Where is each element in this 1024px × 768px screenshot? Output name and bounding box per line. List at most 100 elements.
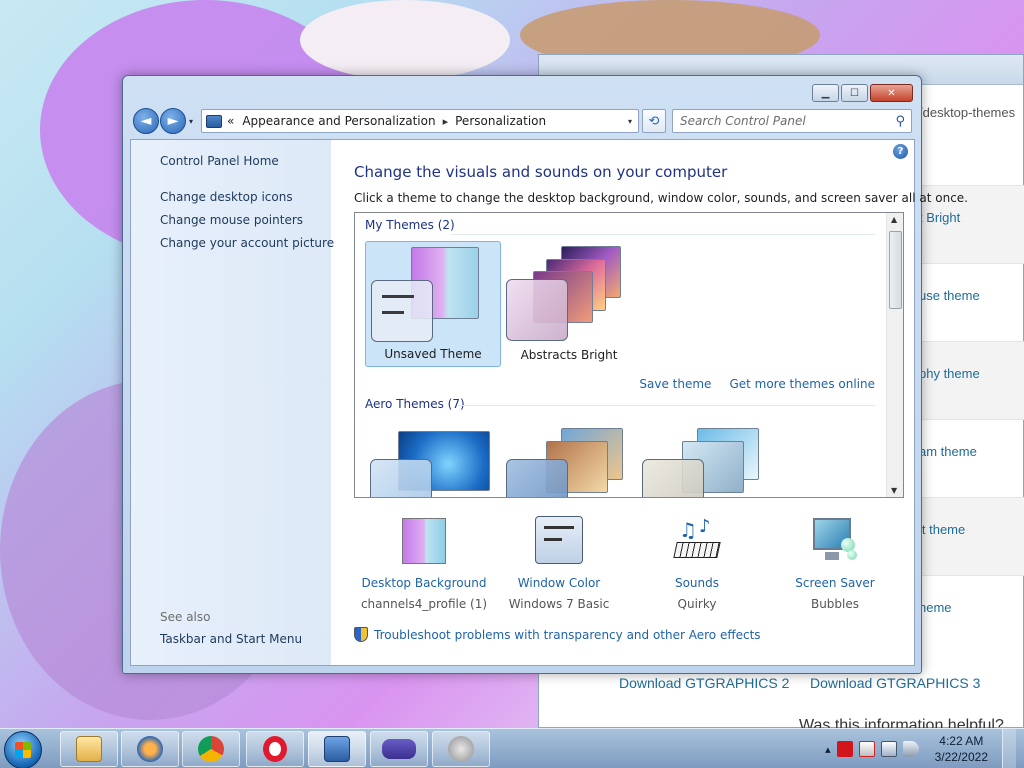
opera-icon — [263, 736, 287, 762]
breadcrumb-appearance[interactable]: Appearance and Personalization — [242, 114, 435, 128]
background-theme-link[interactable]: am theme — [919, 419, 1024, 497]
taskbar-explorer[interactable] — [60, 731, 118, 767]
page-title: Change the visuals and sounds on your co… — [354, 163, 728, 181]
scroll-down-arrow-icon[interactable]: ▼ — [891, 486, 897, 495]
screen-saver-item[interactable]: Screen Saver Bubbles — [765, 516, 905, 611]
my-themes-header: My Themes (2) — [365, 218, 455, 232]
background-theme-link[interactable]: phy theme — [919, 341, 1024, 419]
theme-tile-characters[interactable] — [637, 423, 773, 497]
personalization-window[interactable]: ▁ ☐ ✕ ◄ ► ▾ « Appearance and Personaliza… — [122, 75, 968, 674]
window-color-title: Window Color — [517, 576, 601, 590]
theme-list-scrollbar[interactable]: ▲ ▼ — [886, 213, 903, 497]
taskbar-start-menu-link[interactable]: Taskbar and Start Menu — [160, 632, 302, 646]
group-divider — [451, 234, 875, 235]
window-preview — [642, 459, 704, 497]
download-link-3[interactable]: Download GTGRAPHICS 3 — [810, 675, 980, 691]
background-theme-link[interactable]: use theme — [919, 263, 1024, 341]
show-hidden-icons-arrow[interactable]: ▴ — [825, 743, 831, 756]
help-icon[interactable]: ? — [893, 144, 908, 159]
theme-tile-unsaved[interactable]: Unsaved Theme — [365, 241, 501, 367]
sounds-subtitle: Quirky — [677, 597, 717, 611]
control-panel-home-link[interactable]: Control Panel Home — [160, 154, 279, 168]
background-theme-link[interactable]: it theme — [919, 497, 1024, 575]
window-preview — [506, 279, 568, 341]
troubleshoot-link[interactable]: Troubleshoot problems with transparency … — [354, 627, 761, 642]
control-panel-icon — [324, 736, 350, 762]
taskbar-control-panel[interactable] — [308, 731, 366, 767]
window-preview — [371, 280, 433, 342]
search-input[interactable]: Search Control Panel ⚲ — [672, 109, 912, 133]
refresh-button[interactable]: ⟲ — [642, 109, 666, 133]
forward-button[interactable]: ► — [160, 108, 186, 134]
taskbar-speaker-app[interactable] — [432, 731, 490, 767]
theme-label: Unsaved Theme — [384, 347, 482, 361]
navigation-bar: ◄ ► ▾ « Appearance and Personalization ▸… — [131, 108, 913, 134]
sounds-icon: ♫ ♪ — [673, 516, 721, 566]
tray-app-icon[interactable] — [836, 741, 853, 757]
scroll-thumb[interactable] — [889, 231, 902, 309]
address-bar[interactable]: « Appearance and Personalization ▸ Perso… — [201, 109, 639, 133]
taskbar-opera[interactable] — [246, 731, 304, 767]
window-preview — [506, 459, 568, 497]
minimize-button[interactable]: ▁ — [812, 84, 839, 102]
background-address-fragment: /desktop-themes — [919, 105, 1016, 120]
theme-list[interactable]: My Themes (2) Unsaved Theme Abstracts Br… — [354, 212, 904, 498]
screen-saver-subtitle: Bubbles — [810, 597, 860, 611]
theme-label: Abstracts Bright — [520, 348, 618, 362]
desktop-background-subtitle: channels4_profile (1) — [360, 597, 488, 611]
back-button[interactable]: ◄ — [133, 108, 159, 134]
sounds-item[interactable]: ♫ ♪ Sounds Quirky — [627, 516, 767, 611]
change-mouse-pointers-link[interactable]: Change mouse pointers — [160, 213, 303, 227]
change-desktop-icons-link[interactable]: Change desktop icons — [160, 190, 293, 204]
window-color-icon — [535, 516, 583, 566]
taskbar-gba-emulator[interactable] — [370, 731, 428, 767]
window-content: Control Panel Home Change desktop icons … — [130, 139, 968, 666]
background-theme-link[interactable]: heme — [919, 575, 1024, 653]
save-theme-link[interactable]: Save theme — [639, 377, 711, 391]
speaker-icon — [448, 736, 474, 762]
get-more-themes-link[interactable]: Get more themes online — [729, 377, 875, 391]
explorer-icon — [76, 736, 102, 762]
sounds-title: Sounds — [674, 576, 720, 590]
system-tray: ▴ 4:22 AM 3/22/2022 — [825, 729, 1024, 768]
change-account-picture-link[interactable]: Change your account picture — [160, 236, 334, 250]
window-color-item[interactable]: Window Color Windows 7 Basic — [489, 516, 629, 611]
control-panel-icon — [206, 114, 222, 128]
wallpaper-shape — [300, 0, 510, 80]
maximize-button[interactable]: ☐ — [841, 84, 868, 102]
theme-tile-abstracts-bright[interactable]: Abstracts Bright — [501, 241, 637, 367]
close-button[interactable]: ✕ — [870, 84, 913, 102]
taskbar-chrome[interactable] — [182, 731, 240, 767]
recent-pages-dropdown[interactable]: ▾ — [189, 117, 193, 126]
taskbar-media-player[interactable] — [121, 731, 179, 767]
troubleshoot-label[interactable]: Troubleshoot problems with transparency … — [374, 628, 761, 642]
breadcrumb-separator[interactable]: ▸ — [443, 115, 449, 128]
clock-date: 3/22/2022 — [934, 750, 988, 764]
desktop-background-item[interactable]: Desktop Background channels4_profile (1) — [354, 516, 494, 611]
theme-tile-windows-7[interactable] — [365, 423, 501, 497]
see-also-heading: See also — [160, 610, 211, 624]
clock[interactable]: 4:22 AM 3/22/2022 — [925, 733, 996, 765]
left-pane: Control Panel Home Change desktop icons … — [131, 140, 334, 665]
aero-themes-header: Aero Themes (7) — [365, 397, 465, 411]
action-center-icon[interactable] — [858, 741, 875, 757]
download-link-2[interactable]: Download GTGRAPHICS 2 — [619, 675, 789, 691]
volume-icon[interactable] — [902, 741, 919, 757]
start-button[interactable] — [4, 731, 42, 768]
caption-buttons: ▁ ☐ ✕ — [812, 84, 913, 102]
screen-saver-icon — [811, 516, 859, 566]
taskbar: ▴ 4:22 AM 3/22/2022 — [0, 728, 1024, 768]
desktop-background-title: Desktop Background — [361, 576, 487, 590]
gba-icon — [382, 739, 416, 759]
show-desktop-button[interactable] — [1002, 729, 1016, 768]
breadcrumb-personalization[interactable]: Personalization — [455, 114, 546, 128]
search-icon[interactable]: ⚲ — [895, 114, 905, 129]
scroll-up-arrow-icon[interactable]: ▲ — [891, 215, 897, 224]
address-dropdown-arrow[interactable]: ▾ — [628, 117, 632, 126]
address-chevrons[interactable]: « — [227, 114, 234, 128]
theme-settings-row: Desktop Background channels4_profile (1)… — [354, 516, 904, 616]
window-preview — [370, 459, 432, 497]
clock-time: 4:22 AM — [939, 734, 984, 748]
network-icon[interactable] — [880, 741, 897, 757]
theme-tile-architecture[interactable] — [501, 423, 637, 497]
